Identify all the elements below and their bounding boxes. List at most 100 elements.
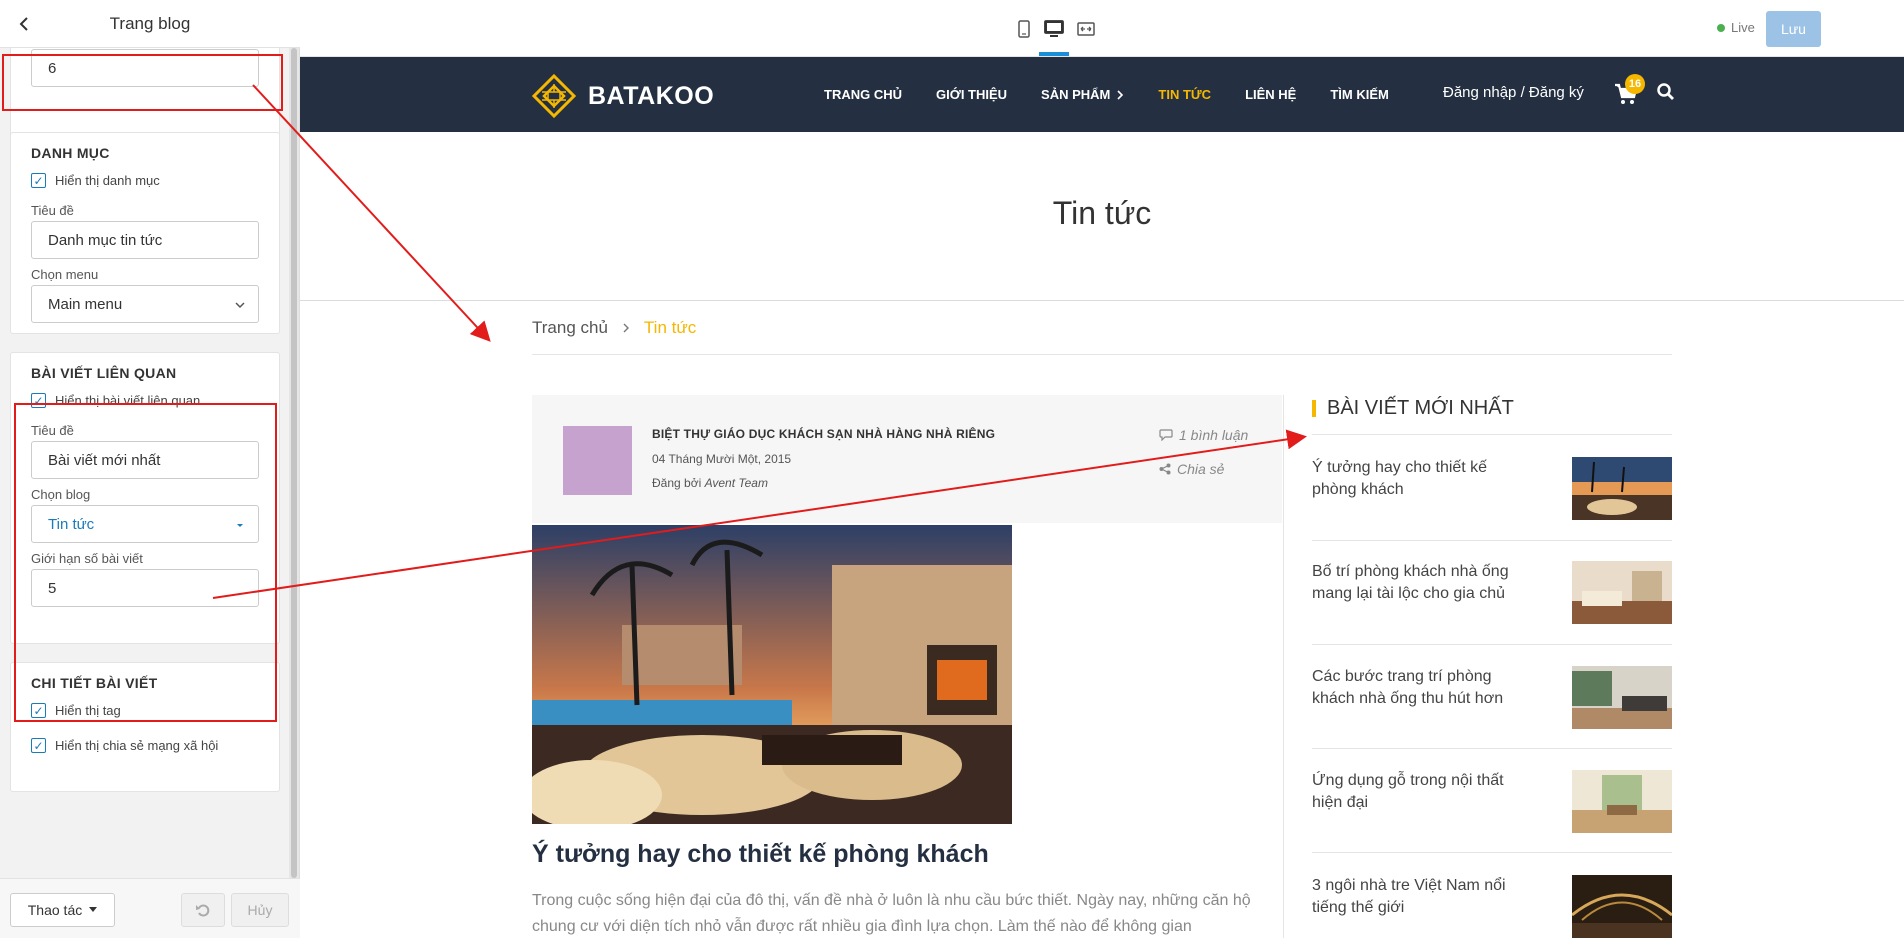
menu-item-about[interactable]: GIỚI THIỆU: [936, 87, 1007, 102]
blog-select-label: Chọn blog: [31, 487, 91, 502]
post-detail-card: CHI TIẾT BÀI VIẾT ✓ Hiển thị tag ✓ Hiển …: [10, 662, 280, 792]
latest-posts-title-text: BÀI VIẾT MỚI NHẤT: [1327, 397, 1514, 419]
live-status-dot: [1717, 23, 1725, 32]
scrollbar-thumb[interactable]: [291, 48, 297, 878]
panel-scroll-area: 6 DANH MỤC ✓ Hiển thị danh mục Tiêu đề D…: [0, 48, 290, 878]
latest-posts-title: BÀI VIẾT MỚI NHẤT: [1312, 397, 1514, 420]
author-avatar: [563, 426, 632, 495]
sidebar-post-thumbnail[interactable]: [1572, 666, 1672, 729]
site-logo[interactable]: BATAKOO: [532, 74, 714, 118]
desktop-view-button[interactable]: [1043, 18, 1065, 40]
cart-count-badge: 16: [1625, 74, 1645, 94]
blog-select-value: Tin tức: [48, 515, 95, 533]
category-title-input[interactable]: Danh mục tin tức: [31, 221, 259, 259]
sidebar-post-title[interactable]: Các bước trang trí phòng khách nhà ống t…: [1312, 666, 1517, 710]
checkbox-checked-icon[interactable]: ✓: [31, 703, 46, 718]
actions-label: Thao tác: [27, 902, 83, 918]
sidebar-post-thumbnail[interactable]: [1572, 561, 1672, 624]
column-divider: [1283, 395, 1284, 938]
post-featured-image[interactable]: [532, 525, 1012, 824]
undo-button[interactable]: [181, 893, 225, 927]
show-share-label: Hiển thị chia sẻ mạng xã hội: [55, 738, 219, 753]
cancel-button[interactable]: Hủy: [231, 893, 289, 927]
lounge-thumbnail: [1572, 666, 1672, 729]
show-related-label: Hiển thị bài viết liên quan: [55, 393, 201, 408]
author-name: Avent Team: [704, 476, 768, 490]
caret-down-icon: [89, 907, 98, 912]
category-card-title: DANH MỤC: [31, 145, 110, 161]
menu-item-products-label: SẢN PHẨM: [1041, 87, 1111, 102]
sidebar-post-title[interactable]: 3 ngôi nhà tre Việt Nam nổi tiếng thế gi…: [1312, 875, 1517, 919]
detail-card-title: CHI TIẾT BÀI VIẾT: [31, 675, 158, 691]
menu-item-products[interactable]: SẢN PHẨM: [1041, 87, 1124, 102]
sidebar-post-title[interactable]: Ứng dụng gỗ trong nội thất hiện đại: [1312, 770, 1517, 814]
menu-select[interactable]: Main menu: [31, 285, 259, 323]
divider: [532, 354, 1672, 355]
living-room-pool-image: [532, 525, 1012, 824]
divider: [300, 300, 1904, 301]
logo-text: BATAKOO: [588, 81, 715, 110]
menu-item-search[interactable]: TÌM KIẾM: [1330, 87, 1389, 102]
caret-down-icon: [237, 524, 243, 527]
related-posts-card: BÀI VIẾT LIÊN QUAN ✓ Hiển thị bài viết l…: [10, 352, 280, 644]
page-title: Tin tức: [1052, 195, 1152, 231]
checkbox-checked-icon[interactable]: ✓: [31, 738, 46, 753]
comments-link[interactable]: 1 bình luận: [1159, 427, 1248, 443]
divider: [1312, 852, 1672, 853]
menu-item-news[interactable]: TIN TỨC: [1158, 87, 1211, 102]
desktop-icon: [1044, 20, 1064, 37]
checkbox-checked-icon[interactable]: ✓: [31, 393, 46, 408]
fullwidth-icon: [1077, 22, 1095, 36]
mobile-view-button[interactable]: [1013, 18, 1035, 40]
post-categories[interactable]: BIỆT THỰ GIÁO DỤC KHÁCH SẠN NHÀ HÀNG NHÀ…: [652, 427, 995, 441]
menu-select-value: Main menu: [48, 295, 123, 313]
checkbox-checked-icon[interactable]: ✓: [31, 173, 46, 188]
title-accent-bar: [1312, 400, 1316, 417]
settings-panel: Trang blog 6 DANH MỤC ✓ Hiển thị danh mụ…: [0, 0, 300, 938]
save-button[interactable]: Lưu: [1766, 11, 1821, 47]
related-card-title: BÀI VIẾT LIÊN QUAN: [31, 365, 177, 381]
post-limit-input[interactable]: 5: [31, 569, 259, 607]
show-share-checkbox-row[interactable]: ✓ Hiển thị chia sẻ mạng xã hội: [31, 738, 218, 753]
share-label: Chia sẻ: [1177, 461, 1225, 477]
panel-footer: Thao tác Hủy: [0, 878, 300, 938]
fullwidth-view-button[interactable]: [1075, 18, 1097, 40]
show-category-checkbox-row[interactable]: ✓ Hiển thị danh mục: [31, 173, 160, 188]
post-author: Đăng bởi Avent Team: [652, 476, 768, 490]
comments-label: 1 bình luận: [1179, 427, 1249, 443]
divider: [1312, 540, 1672, 541]
breadcrumb: Trang chủ Tin tức: [532, 318, 696, 338]
undo-icon: [196, 904, 210, 917]
posts-per-page-input[interactable]: 6: [31, 49, 259, 87]
menu-item-home[interactable]: TRANG CHỦ: [824, 87, 902, 102]
show-tag-checkbox-row[interactable]: ✓ Hiển thị tag: [31, 703, 121, 718]
menu-select-label: Chọn menu: [31, 267, 99, 282]
show-related-checkbox-row[interactable]: ✓ Hiển thị bài viết liên quan: [31, 393, 200, 408]
sidebar-post-thumbnail[interactable]: [1572, 770, 1672, 833]
show-category-label: Hiển thị danh mục: [55, 173, 160, 188]
panel-title: Trang blog: [109, 13, 191, 33]
sidebar-post-title[interactable]: Bố trí phòng khách nhà ống mang lại tài …: [1312, 561, 1517, 605]
comment-icon: [1159, 429, 1173, 441]
post-date: 04 Tháng Mười Một, 2015: [652, 452, 792, 466]
post-limit-label: Giới hạn số bài viết: [31, 551, 143, 566]
share-link[interactable]: Chia sẻ: [1159, 461, 1224, 477]
author-prefix: Đăng bởi: [652, 476, 702, 490]
sidebar-post-title[interactable]: Ý tưởng hay cho thiết kế phòng khách: [1312, 457, 1517, 501]
login-register-link[interactable]: Đăng nhập / Đăng ký: [1443, 84, 1584, 101]
actions-dropdown-button[interactable]: Thao tác: [10, 893, 115, 927]
pool-thumbnail: [1572, 457, 1672, 520]
sidebar-post-thumbnail[interactable]: [1572, 875, 1672, 938]
blog-select[interactable]: Tin tức: [31, 505, 259, 543]
wood-interior-thumbnail: [1572, 770, 1672, 833]
menu-item-contact[interactable]: LIÊN HỆ: [1245, 87, 1296, 102]
post-title[interactable]: Ý tưởng hay cho thiết kế phòng khách: [532, 840, 989, 869]
related-title-input[interactable]: Bài viết mới nhất: [31, 441, 259, 479]
back-arrow-icon[interactable]: [14, 14, 34, 34]
bamboo-house-thumbnail: [1572, 875, 1672, 938]
panel-scrollbar[interactable]: [289, 48, 299, 878]
breadcrumb-home[interactable]: Trang chủ: [532, 318, 608, 338]
post-excerpt: Trong cuộc sống hiện đại của đô thị, vấn…: [532, 892, 1251, 935]
search-icon[interactable]: [1656, 82, 1676, 102]
sidebar-post-thumbnail[interactable]: [1572, 457, 1672, 520]
